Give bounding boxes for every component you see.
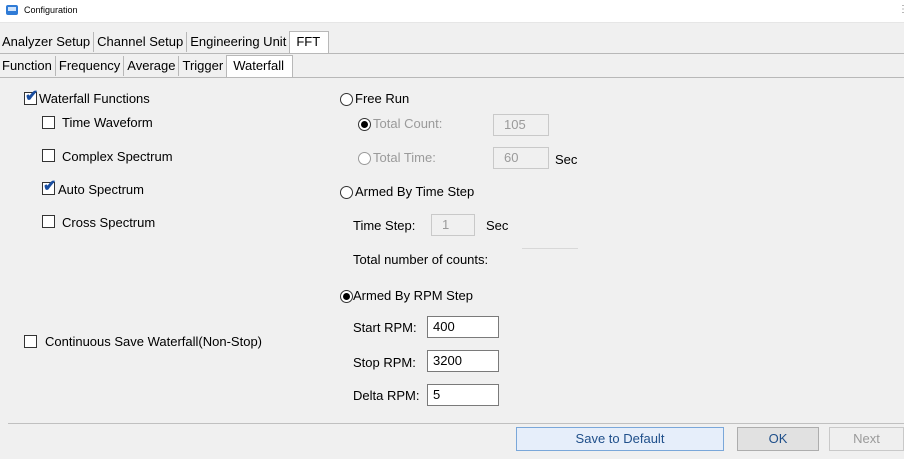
main-tabs: Analyzer Setup Channel Setup Engineering U… — [0, 31, 330, 54]
stop-rpm-label: Stop RPM: — [353, 355, 416, 370]
delta-rpm-input[interactable]: 5 — [427, 384, 499, 406]
total-time-label: Total Time: — [373, 150, 436, 165]
title-bar: Configuration ⋮ — [0, 0, 904, 23]
total-counts-field — [522, 248, 578, 249]
next-button[interactable]: Next — [829, 427, 904, 451]
window-title: Configuration — [24, 5, 78, 15]
waterfall-functions-label: Waterfall Functions — [39, 91, 150, 106]
free-run-radio[interactable] — [340, 93, 353, 106]
sub-tabs: Function Frequency Average Trigger Waterfall — [0, 55, 293, 78]
more-options-icon[interactable]: ⋮ — [898, 4, 904, 15]
continuous-save-checkbox[interactable] — [24, 335, 37, 348]
tab-analyzer-setup[interactable]: Analyzer Setup — [0, 32, 95, 52]
tab-trigger[interactable]: Trigger — [179, 56, 226, 76]
complex-spectrum-label: Complex Spectrum — [62, 149, 173, 164]
total-count-radio[interactable] — [358, 118, 371, 131]
tab-divider-1 — [0, 53, 904, 54]
continuous-save-label: Continuous Save Waterfall(Non-Stop) — [45, 334, 263, 349]
tab-engineering-unit[interactable]: Engineering Unit — [187, 32, 289, 52]
footer-divider — [8, 423, 904, 424]
complex-spectrum-checkbox[interactable] — [42, 149, 55, 162]
auto-spectrum-checkbox[interactable]: ✔ — [42, 178, 57, 195]
stop-rpm-input[interactable]: 3200 — [427, 350, 499, 372]
start-rpm-input[interactable]: 400 — [427, 316, 499, 338]
total-counts-label: Total number of counts: — [353, 252, 489, 267]
total-time-radio[interactable] — [358, 152, 371, 165]
save-to-default-button[interactable]: Save to Default — [516, 427, 724, 451]
ok-button[interactable]: OK — [737, 427, 819, 451]
armed-time-label: Armed By Time Step — [355, 184, 475, 199]
waterfall-functions-checkbox[interactable]: ✔ — [24, 88, 39, 105]
tab-frequency[interactable]: Frequency — [56, 56, 125, 76]
tab-fft[interactable]: FFT — [289, 31, 330, 54]
time-waveform-label: Time Waveform — [62, 115, 153, 130]
check-icon: ✔ — [43, 178, 57, 195]
total-count-label: Total Count: — [373, 116, 443, 131]
app-icon — [6, 5, 18, 15]
cross-spectrum-label: Cross Spectrum — [62, 215, 156, 230]
armed-rpm-label: Armed By RPM Step — [353, 288, 473, 303]
start-rpm-label: Start RPM: — [353, 320, 417, 335]
tab-channel-setup[interactable]: Channel Setup — [94, 32, 188, 52]
total-time-field[interactable]: 60 — [493, 147, 549, 169]
total-time-unit: Sec — [555, 152, 578, 167]
armed-rpm-radio[interactable] — [340, 290, 353, 303]
tab-function[interactable]: Function — [0, 56, 56, 76]
cross-spectrum-checkbox[interactable] — [42, 215, 55, 228]
auto-spectrum-label: Auto Spectrum — [58, 182, 144, 197]
armed-time-radio[interactable] — [340, 186, 353, 199]
time-waveform-checkbox[interactable] — [42, 116, 55, 129]
tab-average[interactable]: Average — [124, 56, 180, 76]
delta-rpm-label: Delta RPM: — [353, 388, 420, 403]
time-step-unit: Sec — [486, 218, 509, 233]
time-step-field[interactable]: 1 — [431, 214, 475, 236]
tab-divider-2 — [0, 77, 904, 78]
total-count-field[interactable]: 105 — [493, 114, 549, 136]
time-step-label: Time Step: — [353, 218, 416, 233]
tab-waterfall[interactable]: Waterfall — [226, 55, 293, 78]
check-icon: ✔ — [25, 88, 39, 105]
free-run-label: Free Run — [355, 91, 410, 106]
